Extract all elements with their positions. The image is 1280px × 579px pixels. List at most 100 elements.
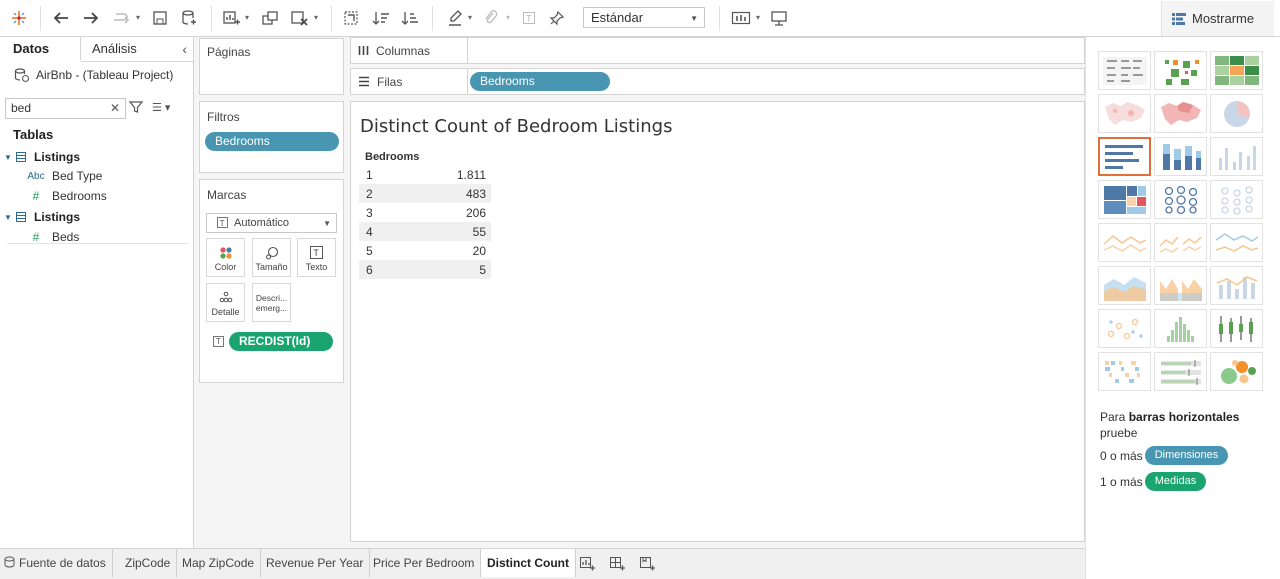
sort-descending-icon[interactable]	[399, 6, 421, 30]
tab-sheet-map-zipcode[interactable]: Map ZipCode	[176, 549, 262, 577]
table-row[interactable]: 6 5	[359, 260, 491, 279]
discrete-area-chart-icon[interactable]	[1154, 266, 1207, 305]
packed-bubbles-chart-icon[interactable]	[1210, 352, 1263, 391]
column-header-bedrooms[interactable]: Bedrooms	[365, 151, 419, 163]
table-row[interactable]: 4 55	[359, 222, 491, 241]
new-worksheet-icon[interactable]	[579, 555, 595, 574]
row-key: 2	[366, 187, 373, 201]
expand-icon[interactable]: ▼	[0, 153, 16, 162]
horizontal-bars-chart-icon[interactable]	[1098, 137, 1151, 176]
text-table-chart-icon[interactable]	[1098, 51, 1151, 90]
heat-map-chart-icon[interactable]	[1154, 51, 1207, 90]
continuous-area-chart-icon[interactable]	[1098, 266, 1151, 305]
measure-pill-recdist[interactable]: RECDIST(Id)	[229, 332, 333, 351]
tableau-logo-icon[interactable]	[8, 6, 30, 30]
color-button[interactable]: Color	[206, 238, 245, 277]
field-bedrooms[interactable]: # Bedrooms	[27, 186, 107, 206]
mark-type-select[interactable]: T Automático ▼	[206, 213, 337, 233]
continuous-lines-chart-icon[interactable]	[1098, 223, 1151, 262]
presentation-icon[interactable]	[768, 6, 790, 30]
table-row[interactable]: 5 20	[359, 241, 491, 260]
bullet-graph-chart-icon[interactable]	[1154, 352, 1207, 391]
fit-icon[interactable]	[730, 6, 752, 30]
symbol-map-chart-icon[interactable]	[1098, 94, 1151, 133]
collapse-pane-icon[interactable]: ‹	[182, 41, 187, 57]
new-story-icon[interactable]	[639, 555, 655, 574]
filter-pill-bedrooms[interactable]: Bedrooms	[205, 132, 339, 151]
label-icon[interactable]: T	[518, 6, 540, 30]
side-by-side-circles-chart-icon[interactable]	[1210, 180, 1263, 219]
dual-combination-chart-icon[interactable]	[1210, 266, 1263, 305]
highlight-icon[interactable]	[444, 6, 466, 30]
tab-sheet-zipcode[interactable]: ZipCode	[119, 549, 178, 577]
columns-shelf[interactable]: Columnas	[350, 37, 1085, 64]
datasource-icon	[14, 68, 30, 83]
row-key: 3	[366, 206, 373, 220]
rows-pill-bedrooms[interactable]: Bedrooms	[470, 72, 610, 91]
replay-icon[interactable]	[110, 6, 132, 30]
show-me-label: Mostrarme	[1192, 11, 1255, 26]
filled-map-chart-icon[interactable]	[1154, 94, 1207, 133]
mark-type-value: Automático	[234, 217, 290, 229]
treemap-chart-icon[interactable]	[1098, 180, 1151, 219]
filters-card[interactable]: Filtros Bedrooms	[199, 101, 344, 173]
field-name: Bedrooms	[52, 189, 107, 203]
gantt-chart-icon[interactable]	[1098, 352, 1151, 391]
tab-sheet-revenue-per-year[interactable]: Revenue Per Year	[260, 549, 371, 577]
tab-sheet-price-per-bedroom[interactable]: Price Per Bedroom	[367, 549, 482, 577]
dual-lines-chart-icon[interactable]	[1210, 223, 1263, 262]
field-bed-type[interactable]: Abc Bed Type	[27, 166, 102, 186]
circle-view-chart-icon[interactable]	[1154, 180, 1207, 219]
group-icon[interactable]	[480, 6, 502, 30]
tooltip-button[interactable]: Descri... emerg...	[252, 283, 291, 322]
new-dashboard-icon[interactable]	[609, 555, 625, 574]
expand-icon[interactable]: ▼	[0, 213, 16, 222]
swap-icon[interactable]	[340, 6, 362, 30]
sort-ascending-icon[interactable]	[370, 6, 392, 30]
datasource-item[interactable]: AirBnb - (Tableau Project)	[14, 67, 173, 83]
table-row[interactable]: 1 1.811	[359, 165, 491, 184]
undo-icon[interactable]	[50, 6, 72, 30]
field-beds[interactable]: # Beds	[27, 227, 80, 247]
table-listings[interactable]: ▼ Listings	[0, 207, 80, 227]
data-pane: Datos Análisis ‹ AirBnb - (Tableau Proje…	[0, 37, 194, 548]
side-by-side-bars-chart-icon[interactable]	[1210, 137, 1263, 176]
view-list-icon[interactable]: ☰ ▾	[152, 101, 170, 114]
table-listings[interactable]: ▼ Listings	[0, 147, 80, 167]
pie-chart-icon[interactable]	[1210, 94, 1263, 133]
pages-card[interactable]: Páginas	[199, 38, 344, 95]
save-icon[interactable]	[149, 6, 171, 30]
new-worksheet-icon[interactable]	[220, 6, 242, 30]
tab-sheet-distinct-count[interactable]: Distinct Count	[481, 549, 576, 577]
search-input[interactable]: bed ✕	[5, 98, 126, 119]
histogram-chart-icon[interactable]	[1154, 309, 1207, 348]
rows-shelf[interactable]: Filas Bedrooms	[350, 68, 1085, 95]
tab-analysis[interactable]: Análisis	[92, 37, 137, 62]
scatter-plot-chart-icon[interactable]	[1098, 309, 1151, 348]
view-mode-select[interactable]: Estándar ▼	[583, 7, 705, 28]
row-key: 1	[366, 168, 373, 182]
text-button[interactable]: T Texto	[297, 238, 336, 277]
pin-icon[interactable]	[546, 6, 568, 30]
clear-icon[interactable]	[288, 6, 310, 30]
clear-search-icon[interactable]: ✕	[110, 101, 120, 115]
requirement-measures: 1 o más Medidas	[1100, 472, 1207, 491]
size-button[interactable]: Tamaño	[252, 238, 291, 277]
show-me-button[interactable]: Mostrarme	[1161, 1, 1274, 36]
stacked-bars-chart-icon[interactable]	[1154, 137, 1207, 176]
filter-icon[interactable]	[128, 100, 144, 117]
color-icon	[207, 246, 244, 260]
redo-icon[interactable]	[80, 6, 102, 30]
duplicate-icon[interactable]	[259, 6, 281, 30]
show-me-icon	[1172, 12, 1186, 25]
tab-data[interactable]: Datos	[0, 37, 81, 62]
table-row[interactable]: 3 206	[359, 203, 491, 222]
tab-data-source[interactable]: Fuente de datos	[0, 549, 113, 577]
toolbar: ▾ ▾ ▾ ▾ ▾ T Estándar ▼ ▾ Mostrarme	[0, 0, 1280, 37]
discrete-lines-chart-icon[interactable]	[1154, 223, 1207, 262]
highlight-table-chart-icon[interactable]	[1210, 51, 1263, 90]
table-row[interactable]: 2 483	[359, 184, 491, 203]
detail-button[interactable]: Detalle	[206, 283, 245, 322]
new-datasource-icon[interactable]	[178, 6, 200, 30]
box-whisker-chart-icon[interactable]	[1210, 309, 1263, 348]
